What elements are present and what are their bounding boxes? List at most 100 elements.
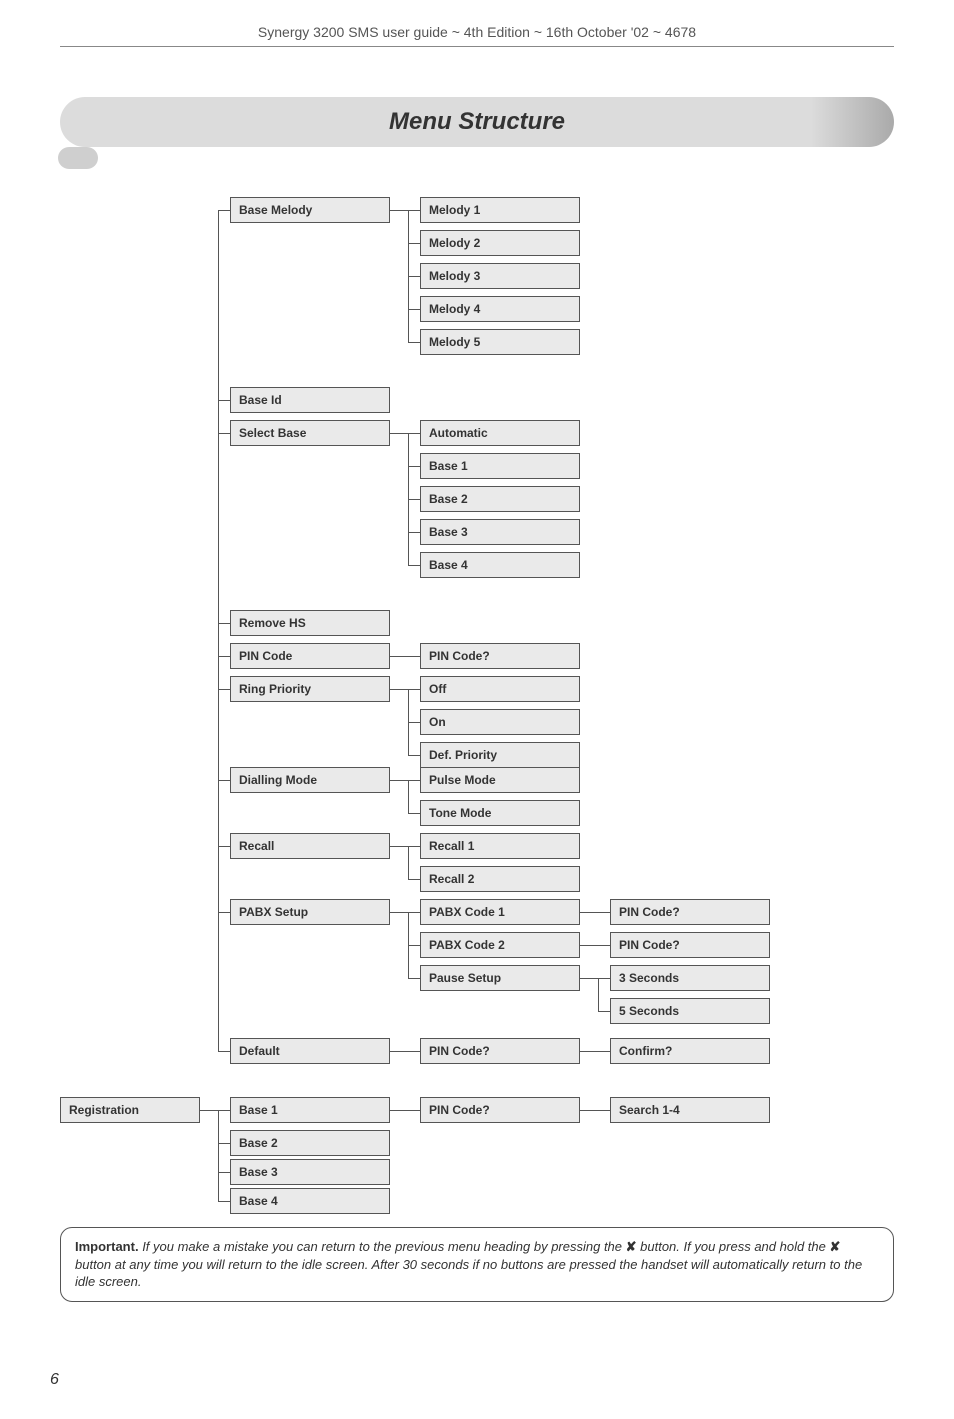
tree-line — [390, 912, 408, 913]
tree-line — [408, 912, 420, 913]
tree-line — [390, 210, 408, 211]
tree-line — [390, 689, 408, 690]
tree-line — [218, 210, 219, 1051]
tree-line — [390, 1051, 420, 1052]
menu-subitem: Base 4 — [420, 552, 580, 578]
menu-subsubitem: Confirm? — [610, 1038, 770, 1064]
page-number: 6 — [50, 1371, 59, 1389]
tree-line — [390, 433, 408, 434]
menu-subsubitem: PIN Code? — [610, 932, 770, 958]
tree-line — [408, 722, 420, 723]
tree-line — [408, 879, 420, 880]
tree-line — [408, 689, 420, 690]
menu-subitem: Pulse Mode — [420, 767, 580, 793]
menu-subitem: Base 3 — [420, 519, 580, 545]
menu-subitem: PIN Code? — [420, 1038, 580, 1064]
tree-line — [390, 846, 408, 847]
tree-line — [598, 1011, 610, 1012]
menu-item: Base Melody — [230, 197, 390, 223]
tree-line — [408, 846, 420, 847]
tree-line — [218, 1110, 219, 1201]
menu-subitem: Def. Priority — [420, 742, 580, 768]
tree-line — [408, 813, 420, 814]
menu-subsubitem: Search 1-4 — [610, 1097, 770, 1123]
menu-item: Base 2 — [230, 1130, 390, 1156]
tree-line — [408, 755, 420, 756]
menu-item: Recall — [230, 833, 390, 859]
menu-subitem: Melody 1 — [420, 197, 580, 223]
tree-line — [408, 433, 420, 434]
tree-line — [218, 912, 230, 913]
menu-subitem: Recall 2 — [420, 866, 580, 892]
menu-item: Default — [230, 1038, 390, 1064]
menu-item: Base Id — [230, 387, 390, 413]
tree-line — [598, 978, 610, 979]
tree-line — [408, 780, 420, 781]
tree-line — [408, 499, 420, 500]
important-text-2: button. If you press and hold the — [637, 1239, 830, 1254]
menu-item: Remove HS — [230, 610, 390, 636]
menu-subitem: PIN Code? — [420, 643, 580, 669]
title-ornament — [58, 147, 98, 169]
tree-line — [200, 1110, 218, 1111]
menu-item: Base 4 — [230, 1188, 390, 1214]
tree-line — [218, 689, 230, 690]
menu-item: PIN Code — [230, 643, 390, 669]
menu-subsubitem: PIN Code? — [610, 899, 770, 925]
menu-item: Base 1 — [230, 1097, 390, 1123]
menu-subitem: Melody 2 — [420, 230, 580, 256]
menu-subitem: Melody 4 — [420, 296, 580, 322]
tree-line — [218, 1051, 230, 1052]
tree-line — [408, 532, 420, 533]
tree-line — [218, 433, 230, 434]
tree-line — [218, 780, 230, 781]
tree-line — [390, 1110, 420, 1111]
menu-subsubitem: 3 Seconds — [610, 965, 770, 991]
menu-subitem: Melody 3 — [420, 263, 580, 289]
menu-item: Base 3 — [230, 1159, 390, 1185]
tree-line — [218, 1172, 230, 1173]
x-icon: ✘ — [830, 1239, 841, 1254]
tree-line — [580, 912, 610, 913]
section-title-bar: Menu Structure — [60, 97, 894, 147]
menu-subitem: PIN Code? — [420, 1097, 580, 1123]
tree-line — [408, 846, 409, 879]
tree-line — [408, 243, 420, 244]
menu-subitem: Melody 5 — [420, 329, 580, 355]
x-icon: ✘ — [626, 1239, 637, 1254]
doc-header: Synergy 3200 SMS user guide ~ 4th Editio… — [0, 0, 954, 46]
menu-root-registration: Registration — [60, 1097, 200, 1123]
tree-line — [218, 656, 230, 657]
tree-line — [580, 1051, 610, 1052]
tree-line — [218, 623, 230, 624]
important-text-3: button at any time you will return to th… — [75, 1257, 862, 1290]
menu-subitem: PABX Code 2 — [420, 932, 580, 958]
tree-line — [218, 1110, 230, 1111]
menu-item: PABX Setup — [230, 899, 390, 925]
important-note: Important. If you make a mistake you can… — [60, 1227, 894, 1302]
tree-line — [408, 210, 420, 211]
menu-subitem: Recall 1 — [420, 833, 580, 859]
menu-item: Dialling Mode — [230, 767, 390, 793]
menu-subitem: On — [420, 709, 580, 735]
tree-line — [408, 945, 420, 946]
tree-line — [390, 780, 408, 781]
menu-item: Ring Priority — [230, 676, 390, 702]
menu-subitem: Pause Setup — [420, 965, 580, 991]
menu-subitem: Automatic — [420, 420, 580, 446]
section-title: Menu Structure — [389, 108, 565, 136]
tree-line — [408, 276, 420, 277]
tree-line — [580, 978, 598, 979]
menu-subitem: Base 1 — [420, 453, 580, 479]
menu-tree-diagram: Base Melody Base Id Select Base Remove H… — [60, 197, 894, 1197]
tree-line — [408, 978, 420, 979]
tree-line — [408, 309, 420, 310]
important-lead: Important. — [75, 1239, 139, 1254]
important-text-1: If you make a mistake you can return to … — [142, 1239, 625, 1254]
menu-subitem: Base 2 — [420, 486, 580, 512]
tree-line — [218, 1201, 230, 1202]
tree-line — [218, 210, 230, 211]
header-divider — [60, 46, 894, 47]
tree-line — [218, 846, 230, 847]
tree-line — [408, 565, 420, 566]
